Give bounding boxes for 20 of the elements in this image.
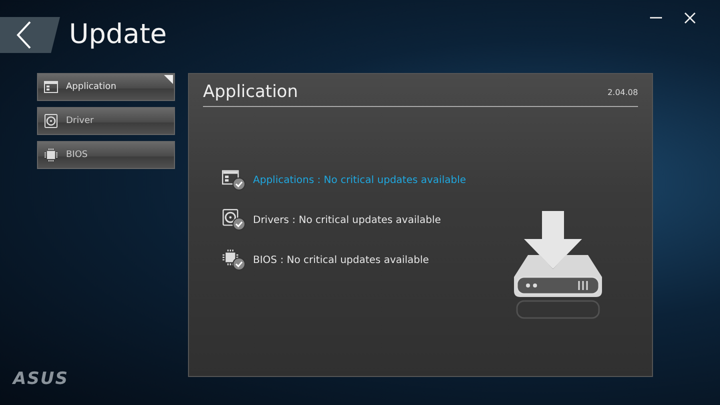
close-icon[interactable] bbox=[684, 12, 696, 24]
minimize-icon[interactable] bbox=[650, 17, 662, 19]
panel-title: Application bbox=[203, 82, 298, 102]
sidebar-item[interactable]: Application bbox=[37, 73, 175, 101]
window-title: Update bbox=[69, 18, 168, 50]
chip-icon bbox=[44, 148, 58, 162]
status-text[interactable]: Drivers : No critical updates available bbox=[253, 214, 441, 226]
chip-check-icon bbox=[222, 249, 246, 271]
corner-marker bbox=[164, 75, 173, 84]
disk-check-icon bbox=[222, 209, 246, 231]
status-text[interactable]: BIOS : No critical updates available bbox=[253, 254, 429, 266]
window-check-icon bbox=[222, 169, 246, 191]
window-icon bbox=[44, 80, 58, 94]
logo: ASUS bbox=[13, 369, 70, 389]
back-button[interactable] bbox=[0, 17, 60, 53]
disk-icon bbox=[44, 114, 58, 128]
sidebar-item[interactable]: Driver bbox=[37, 107, 175, 135]
version-label: 2.04.08 bbox=[607, 88, 638, 99]
sidebar-item[interactable]: BIOS bbox=[37, 141, 175, 169]
status-text[interactable]: Applications : No critical updates available bbox=[253, 174, 466, 186]
